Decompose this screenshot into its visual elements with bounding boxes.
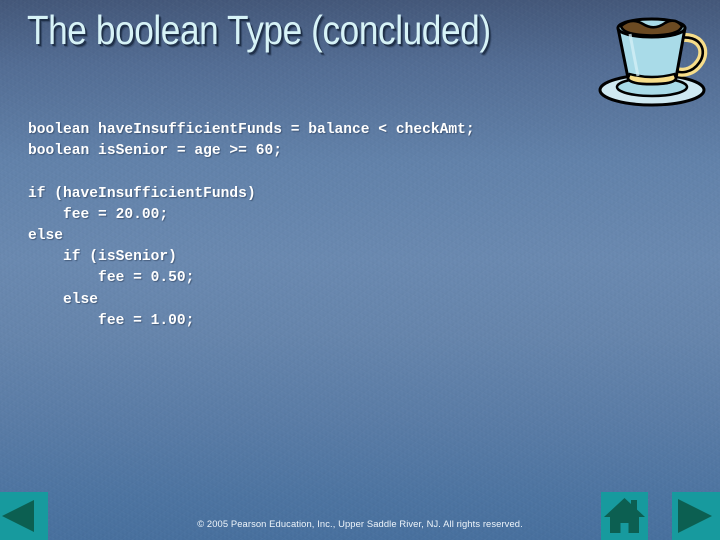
coffee-cup-icon — [592, 4, 714, 108]
code-block: boolean haveInsufficientFunds = balance … — [28, 122, 475, 329]
page-title: The boolean Type (concluded) — [27, 7, 491, 53]
left-arrow-icon — [2, 500, 34, 532]
slide: The boolean Type (concluded) boolean hav… — [0, 0, 720, 540]
right-arrow-icon — [678, 499, 712, 533]
previous-slide-button[interactable] — [0, 492, 48, 540]
home-icon — [604, 498, 645, 533]
next-slide-button[interactable] — [672, 492, 720, 540]
home-button[interactable] — [601, 492, 648, 540]
